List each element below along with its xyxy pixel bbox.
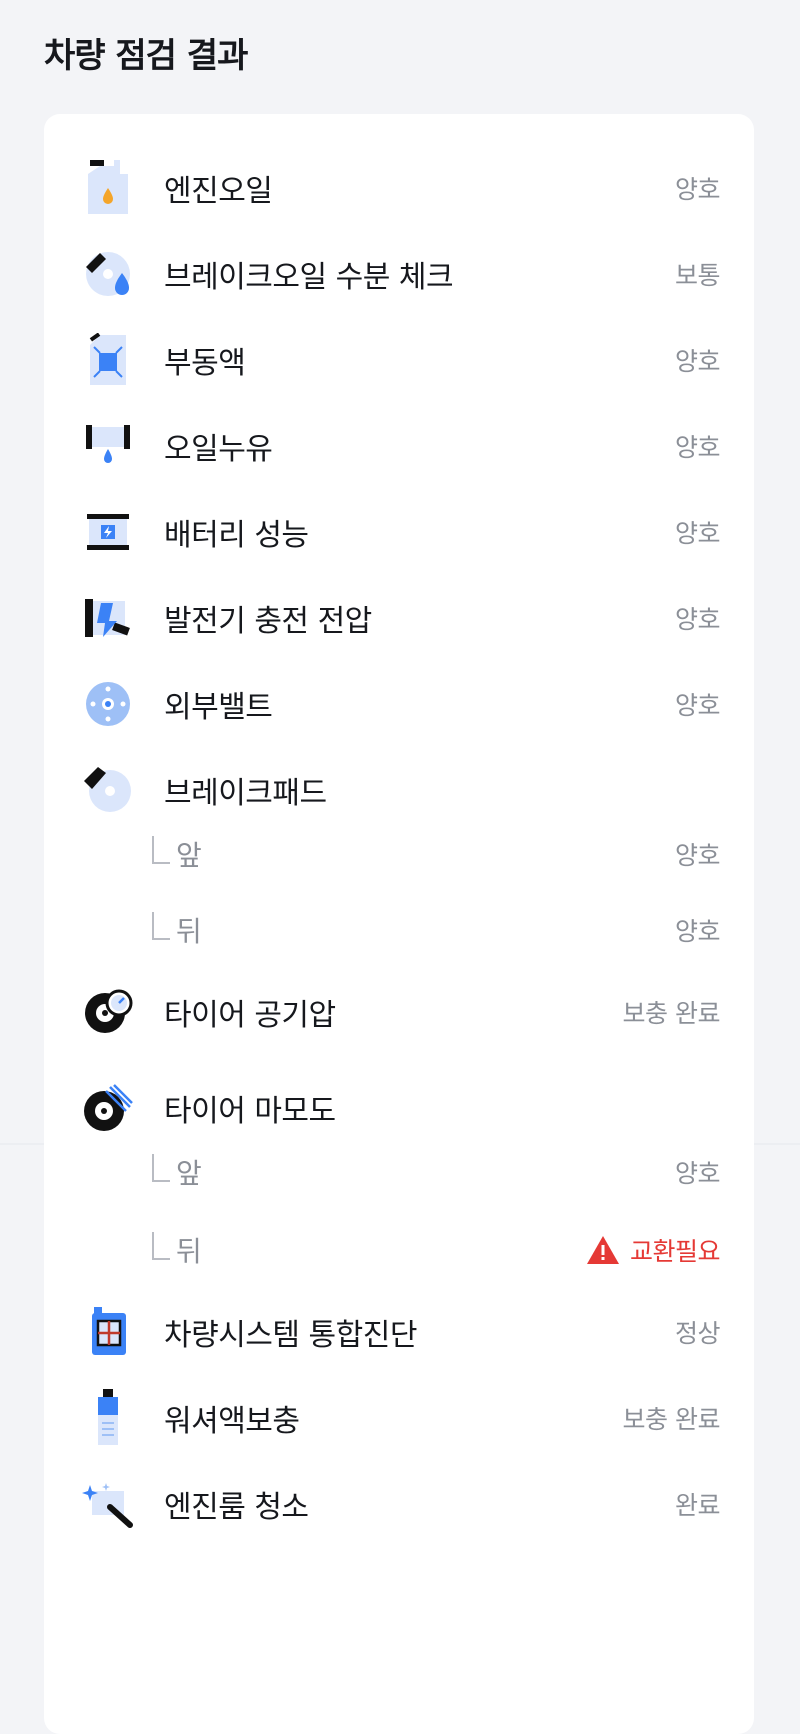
status-text: 양호 [674, 917, 721, 946]
item-label: 배터리 성능 [164, 518, 309, 553]
item-label: 타이어 마모도 [164, 1094, 336, 1129]
oil-leak-icon [82, 417, 134, 475]
list-item-engine-room-cleaning: 엔진룸 청소 완료 [44, 1476, 754, 1532]
list-item-battery: 배터리 성능 양호 [44, 504, 754, 560]
page-title: 차량 점검 결과 [44, 36, 248, 76]
sub-item-brake-pad-rear: 뒤 양호 [44, 902, 754, 958]
list-item-system-diagnosis: 차량시스템 통합진단 정상 [44, 1304, 754, 1360]
list-item-washer-fluid: 워셔액보충 보충 완료 [44, 1389, 754, 1447]
status-text: 보충 완료 [622, 1405, 721, 1434]
alternator-icon [82, 589, 134, 647]
item-label: 차량시스템 통합진단 [164, 1318, 417, 1353]
status-text: 보통 [674, 261, 721, 290]
list-item-coolant: 부동액 양호 [44, 332, 754, 388]
list-item-engine-oil: 엔진오일 양호 [44, 160, 754, 216]
item-label: 브레이크패드 [164, 776, 327, 811]
battery-icon [82, 503, 134, 561]
item-label: 부동액 [164, 346, 246, 381]
list-item-external-belt: 외부밸트 양호 [44, 676, 754, 732]
branch-line [152, 1154, 170, 1182]
sub-item-label: 앞 [152, 834, 202, 874]
sub-item-brake-pad-front: 앞 양호 [44, 826, 754, 882]
inspection-result-card: 엔진오일 양호 브레이크오일 수분 체크 보통 부동액 양호 오일누유 양호 배… [44, 114, 754, 1734]
list-item-brake-oil: 브레이크오일 수분 체크 보통 [44, 246, 754, 302]
branch-line [152, 836, 170, 864]
brake-oil-icon [82, 245, 134, 303]
item-label: 타이어 공기압 [164, 998, 336, 1033]
status-text: 완료 [674, 1491, 721, 1520]
status-text: 양호 [674, 605, 721, 634]
belt-icon [82, 675, 134, 733]
status-text: 양호 [674, 841, 721, 870]
status-text: 양호 [674, 519, 721, 548]
status-text: 양호 [674, 175, 721, 204]
item-label: 엔진오일 [164, 174, 273, 209]
status-text: 보충 완료 [622, 999, 721, 1028]
branch-line [152, 1232, 170, 1260]
sub-item-label: 앞 [152, 1152, 202, 1192]
status-text: 양호 [674, 433, 721, 462]
sub-item-label: 뒤 [152, 1230, 202, 1270]
coolant-icon [82, 331, 134, 389]
status-text: 정상 [674, 1319, 721, 1348]
engine-oil-icon [82, 159, 134, 217]
item-label: 엔진룸 청소 [164, 1490, 309, 1525]
status-text: 양호 [674, 347, 721, 376]
engine-room-cleaning-icon [82, 1475, 134, 1533]
list-item-brake-pad: 브레이크패드 [44, 762, 754, 818]
status-text: 교환필요 [629, 1237, 721, 1266]
warning-icon [586, 1236, 619, 1264]
tire-pressure-icon [82, 983, 134, 1041]
sub-item-tire-wear-front: 앞 양호 [44, 1144, 754, 1200]
branch-line [152, 912, 170, 940]
brake-pad-icon [82, 761, 134, 819]
item-label: 워셔액보충 [164, 1404, 300, 1439]
status-warning: 교환필요 [586, 1232, 721, 1268]
status-text: 양호 [674, 1159, 721, 1188]
diagnostic-scanner-icon [82, 1303, 134, 1361]
item-label: 외부밸트 [164, 690, 273, 725]
list-item-tire-pressure: 타이어 공기압 보충 완료 [44, 984, 754, 1040]
sub-item-tire-wear-rear: 뒤 교환필요 [44, 1222, 754, 1278]
sub-item-label: 뒤 [152, 910, 202, 950]
list-item-alternator: 발전기 충전 전압 양호 [44, 590, 754, 646]
item-label: 오일누유 [164, 432, 273, 467]
status-text: 양호 [674, 691, 721, 720]
tire-wear-icon [82, 1079, 134, 1137]
list-item-tire-wear: 타이어 마모도 [44, 1080, 754, 1136]
item-label: 발전기 충전 전압 [164, 604, 372, 639]
list-item-oil-leak: 오일누유 양호 [44, 418, 754, 474]
item-label: 브레이크오일 수분 체크 [164, 260, 454, 295]
washer-fluid-icon [82, 1389, 134, 1447]
